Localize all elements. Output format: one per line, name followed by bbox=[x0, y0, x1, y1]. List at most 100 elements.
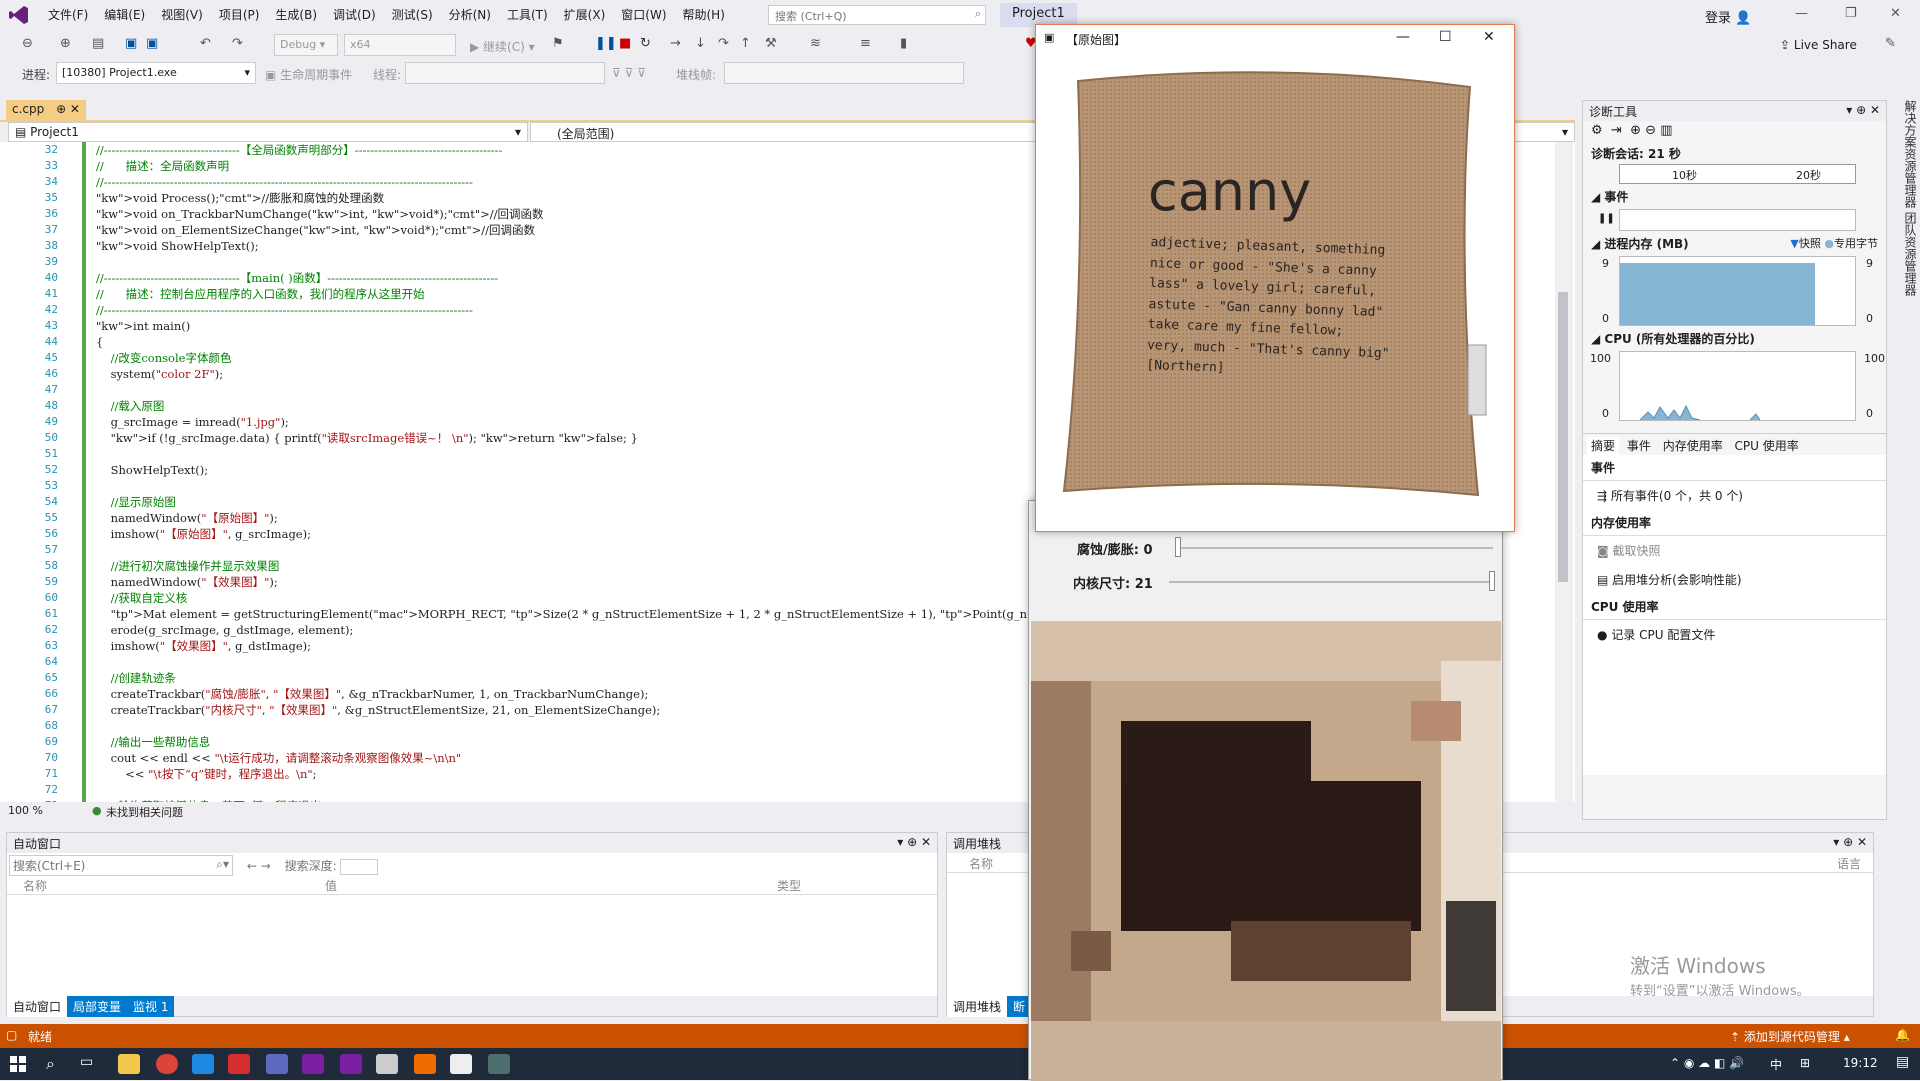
undo-icon[interactable]: ↶ bbox=[200, 36, 211, 51]
tray-icons[interactable]: ⌃ ◉ ☁ ◧ 🔊 bbox=[1670, 1056, 1744, 1070]
menu-item-11[interactable]: 帮助(H) bbox=[675, 0, 733, 30]
tab-watch1[interactable]: 监视 1 bbox=[127, 996, 175, 1017]
project-combo[interactable]: ▤ Project1 ▾ bbox=[8, 122, 528, 142]
chrome-icon[interactable] bbox=[156, 1054, 178, 1074]
active-window-icon[interactable] bbox=[488, 1054, 510, 1074]
menu-item-3[interactable]: 项目(P) bbox=[211, 0, 268, 30]
vscode-icon[interactable] bbox=[192, 1054, 214, 1074]
menu-item-2[interactable]: 视图(V) bbox=[153, 0, 211, 30]
lifecycle-label[interactable]: ▣ 生命周期事件 bbox=[265, 66, 352, 83]
config-combo[interactable]: Debug ▾ bbox=[274, 34, 338, 56]
nav-arrows-icon[interactable]: ← → bbox=[237, 859, 281, 873]
depth-combo[interactable] bbox=[340, 858, 379, 875]
timeline-ruler[interactable]: 10秒 20秒 bbox=[1619, 164, 1856, 184]
menu-item-10[interactable]: 窗口(W) bbox=[613, 0, 674, 30]
action-center-icon[interactable]: ▤ bbox=[1896, 1054, 1909, 1070]
taskbar-search-icon[interactable]: ⌕ bbox=[46, 1054, 55, 1074]
keyboard-icon[interactable]: ⊞ bbox=[1800, 1056, 1810, 1070]
record-cpu-button[interactable]: ● 记录 CPU 配置文件 bbox=[1583, 620, 1886, 649]
tab-memory[interactable]: 内存使用率 bbox=[1659, 437, 1727, 455]
comment-icon[interactable]: ≡ bbox=[860, 36, 871, 51]
windows-start-icon[interactable] bbox=[10, 1056, 26, 1072]
visual-studio-2-icon[interactable] bbox=[340, 1054, 362, 1074]
cpu-graph[interactable]: 100 0 100 0 bbox=[1590, 351, 1885, 421]
side-tool-tabs[interactable]: 解决方案资源管理器 团队资源管理器 bbox=[1893, 100, 1919, 430]
notification-icon[interactable]: 🔔 bbox=[1895, 1028, 1910, 1042]
ime-indicator[interactable]: 中 bbox=[1770, 1056, 1782, 1073]
orig-close-icon[interactable]: ✕ bbox=[1483, 29, 1495, 45]
tab-close-icon[interactable]: ⊕ ✕ bbox=[56, 102, 80, 116]
effect-image-window[interactable]: 腐蚀/膨胀: 0 内核尺寸: 21 bbox=[1028, 500, 1503, 1081]
tab-cpu[interactable]: CPU 使用率 bbox=[1731, 437, 1803, 455]
login-link[interactable]: 登录 👤 bbox=[1705, 7, 1751, 26]
menu-item-4[interactable]: 生成(B) bbox=[267, 0, 325, 30]
menu-item-6[interactable]: 测试(S) bbox=[384, 0, 441, 30]
tab-locals[interactable]: 局部变量 bbox=[67, 996, 128, 1017]
col-name[interactable]: 名称 bbox=[23, 877, 47, 894]
col-stack-name[interactable]: 名称 bbox=[969, 855, 993, 872]
original-image-window[interactable]: ▣ 【原始图】 — ☐ ✕ canny adjective; pleasant,… bbox=[1035, 24, 1515, 532]
col-type[interactable]: 类型 bbox=[777, 877, 801, 894]
menu-item-1[interactable]: 编辑(E) bbox=[96, 0, 153, 30]
process-combo[interactable]: [10380] Project1.exe ▾ bbox=[56, 62, 256, 84]
orig-titlebar[interactable]: ▣ 【原始图】 — ☐ ✕ bbox=[1036, 25, 1514, 51]
task-view-icon[interactable]: ▭ bbox=[80, 1054, 93, 1070]
heap-profiling-button[interactable]: ▤ 启用堆分析(会影响性能) bbox=[1583, 565, 1886, 594]
zoom-in-icon[interactable]: ⊕ bbox=[1630, 123, 1641, 138]
visual-studio-icon[interactable] bbox=[302, 1054, 324, 1074]
kernel-size-track[interactable] bbox=[1169, 581, 1495, 583]
events-track[interactable]: ❚❚ bbox=[1598, 209, 1856, 231]
autos-search-input[interactable]: 搜索(Ctrl+E) ⌕▾ bbox=[9, 855, 233, 876]
save-all-icon[interactable]: ▣ bbox=[146, 36, 158, 51]
forward-icon[interactable]: ⊕ bbox=[60, 36, 71, 51]
zoom-level[interactable]: 100 % bbox=[8, 804, 43, 817]
pause-icon[interactable]: ❚❚ bbox=[595, 36, 617, 51]
thread-icon[interactable]: ≋ bbox=[810, 36, 821, 51]
export-icon[interactable]: ⇥ bbox=[1611, 123, 1622, 138]
new-project-icon[interactable]: ▤ bbox=[92, 36, 104, 51]
menu-item-8[interactable]: 工具(T) bbox=[499, 0, 556, 30]
tab-c-cpp[interactable]: c.cpp ⊕ ✕ bbox=[6, 100, 86, 120]
take-snapshot-button[interactable]: ◙ 截取快照 bbox=[1583, 536, 1886, 565]
app-icon-orange[interactable] bbox=[414, 1054, 436, 1074]
restore-icon[interactable]: ❐ bbox=[1845, 6, 1857, 21]
process-icon[interactable]: ⚑ bbox=[552, 36, 564, 51]
search-box[interactable]: 搜索 (Ctrl+Q) ⌕ bbox=[768, 5, 986, 25]
settings-icon[interactable]: ⚙ bbox=[1591, 123, 1603, 138]
stack-combo[interactable] bbox=[724, 62, 964, 84]
erode-dilate-track[interactable] bbox=[1175, 547, 1493, 549]
stop-icon[interactable]: ■ bbox=[619, 36, 631, 51]
kernel-size-thumb[interactable] bbox=[1489, 571, 1495, 591]
hot-reload-icon[interactable]: ⚒ bbox=[765, 36, 777, 51]
issues-text[interactable]: 未找到相关问题 bbox=[106, 804, 183, 820]
app-icon-red[interactable] bbox=[228, 1054, 250, 1074]
step-out-icon[interactable]: ↑ bbox=[740, 36, 751, 51]
app-icon-blue[interactable] bbox=[266, 1054, 288, 1074]
autos-close-icon[interactable]: ▾ ⊕ ✕ bbox=[897, 835, 931, 849]
all-events-link[interactable]: ⇶ 所有事件(0 个，共 0 个) bbox=[1583, 481, 1886, 510]
show-next-statement-icon[interactable]: → bbox=[670, 36, 681, 51]
live-share-button[interactable]: ⇪ Live Share bbox=[1780, 38, 1857, 52]
back-icon[interactable]: ⊖ bbox=[22, 36, 33, 51]
memory-graph[interactable]: 9 0 9 0 bbox=[1602, 256, 1873, 326]
restart-icon[interactable]: ↻ bbox=[640, 36, 651, 51]
redo-icon[interactable]: ↷ bbox=[232, 36, 243, 51]
visual-studio-logo-icon[interactable] bbox=[8, 4, 30, 26]
open-folder-icon[interactable]: ▣ bbox=[125, 36, 137, 51]
tab-summary[interactable]: 摘要 bbox=[1587, 437, 1620, 455]
step-over-icon[interactable]: ↷ bbox=[718, 36, 729, 51]
menu-item-9[interactable]: 扩展(X) bbox=[556, 0, 614, 30]
col-value[interactable]: 值 bbox=[325, 877, 337, 894]
close-icon[interactable]: ✕ bbox=[1890, 6, 1901, 21]
file-explorer-icon[interactable] bbox=[118, 1054, 140, 1074]
diag-close-icon[interactable]: ▾ ⊕ ✕ bbox=[1846, 103, 1880, 117]
callstack-close-icon[interactable]: ▾ ⊕ ✕ bbox=[1833, 835, 1867, 849]
feedback-icon[interactable]: ✎ bbox=[1885, 36, 1896, 51]
zoom-out-icon[interactable]: ⊖ bbox=[1645, 123, 1656, 138]
continue-button[interactable]: ▶ 继续(C) ▾ bbox=[470, 38, 535, 55]
menu-item-7[interactable]: 分析(N) bbox=[441, 0, 499, 30]
chart-icon[interactable]: ▥ bbox=[1660, 123, 1672, 138]
minimize-icon[interactable]: — bbox=[1795, 6, 1808, 21]
editor-scrollbar-thumb[interactable] bbox=[1558, 292, 1568, 582]
opencv-app-icon[interactable] bbox=[376, 1054, 398, 1074]
